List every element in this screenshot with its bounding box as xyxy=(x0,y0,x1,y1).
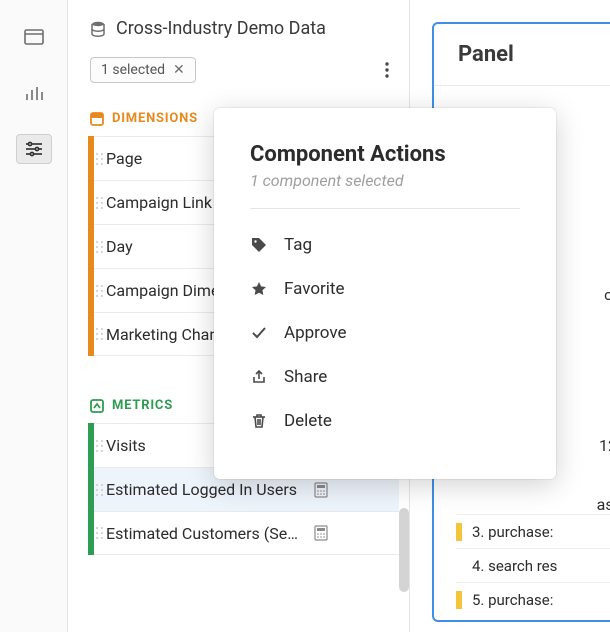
table-row[interactable]: 4. search res xyxy=(456,548,610,582)
calculator-icon xyxy=(314,525,328,541)
color-bar xyxy=(88,268,94,313)
drag-handle-icon[interactable] xyxy=(96,484,103,496)
metrics-icon xyxy=(90,399,104,413)
component-actions-popover: Component Actions 1 component selected T… xyxy=(214,108,556,479)
list-item-label: Estimated Logged In Users xyxy=(106,480,306,499)
share-icon xyxy=(250,369,268,385)
star-icon xyxy=(250,281,268,297)
action-label: Approve xyxy=(284,323,347,343)
scrollbar[interactable] xyxy=(399,508,409,592)
color-bar xyxy=(88,136,94,181)
list-item[interactable]: Estimated Customers (Session) xyxy=(88,511,399,555)
rail-components-icon[interactable] xyxy=(16,134,52,164)
divider xyxy=(250,208,520,209)
drag-handle-icon[interactable] xyxy=(96,285,103,297)
color-chip xyxy=(456,591,462,609)
action-share[interactable]: Share xyxy=(250,355,520,399)
dimensions-icon xyxy=(90,112,104,126)
filter-row: 1 selected ✕ xyxy=(90,57,399,83)
row-label: 4. search res xyxy=(472,557,557,575)
color-bar xyxy=(88,180,94,225)
row-label: 5. purchase: xyxy=(472,591,553,609)
action-favorite[interactable]: Favorite xyxy=(250,267,520,311)
list-item-label: Estimated Customers (Session) xyxy=(106,524,306,543)
popover-title: Component Actions xyxy=(250,142,520,167)
action-label: Share xyxy=(284,367,327,387)
datasource-title: Cross-Industry Demo Data xyxy=(116,18,326,39)
left-rail xyxy=(0,0,68,632)
color-bar xyxy=(88,423,94,468)
color-bar xyxy=(88,511,94,555)
database-icon xyxy=(90,21,106,37)
action-delete[interactable]: Delete xyxy=(250,399,520,443)
color-bar xyxy=(88,467,94,512)
table-row[interactable]: 5. purchase: xyxy=(456,582,610,616)
drag-handle-icon[interactable] xyxy=(96,197,103,209)
close-icon[interactable]: ✕ xyxy=(173,62,185,78)
datasource-header: Cross-Industry Demo Data xyxy=(90,18,399,39)
action-label: Tag xyxy=(284,235,312,255)
drag-handle-icon[interactable] xyxy=(96,241,103,253)
drag-handle-icon[interactable] xyxy=(96,328,103,340)
drag-handle-icon[interactable] xyxy=(96,153,103,165)
dimensions-label: DIMENSIONS xyxy=(112,111,198,126)
trash-icon xyxy=(250,413,268,429)
action-label: Delete xyxy=(284,411,332,431)
drag-handle-icon[interactable] xyxy=(96,527,103,539)
rail-bar-chart-icon[interactable] xyxy=(16,78,52,108)
popover-subtitle: 1 component selected xyxy=(250,171,520,190)
metrics-label: METRICS xyxy=(112,398,173,413)
table-row[interactable]: 3. purchase: xyxy=(456,514,610,548)
partial-text: ase: xyxy=(456,495,610,514)
filter-chip[interactable]: 1 selected ✕ xyxy=(90,57,196,83)
tag-icon xyxy=(250,237,268,253)
color-bar xyxy=(88,312,94,356)
action-tag[interactable]: Tag xyxy=(250,223,520,267)
row-label: 3. purchase: xyxy=(472,523,553,541)
color-bar xyxy=(88,224,94,269)
more-actions-button[interactable] xyxy=(377,58,397,82)
action-approve[interactable]: Approve xyxy=(250,311,520,355)
calculator-icon xyxy=(314,482,328,498)
drag-handle-icon[interactable] xyxy=(96,440,103,452)
rail-window-icon[interactable] xyxy=(16,22,52,52)
filter-chip-label: 1 selected xyxy=(101,62,165,78)
color-chip xyxy=(456,523,462,541)
action-label: Favorite xyxy=(284,279,345,299)
check-icon xyxy=(250,325,268,341)
panel-title: Panel xyxy=(434,24,610,86)
